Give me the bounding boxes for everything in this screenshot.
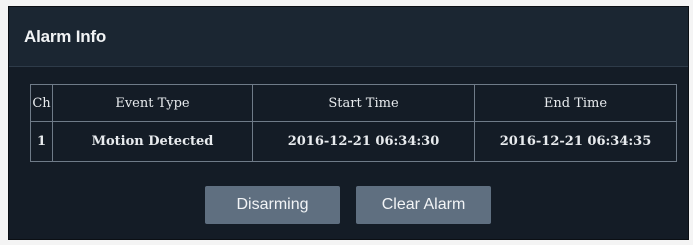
table-header-row: Ch Event Type Start Time End Time: [30, 84, 677, 122]
alarm-info-panel: Alarm Info Ch Event Type Start Time End …: [8, 6, 689, 240]
table-row: 1 Motion Detected 2016-12-21 06:34:30 20…: [30, 121, 677, 162]
cell-channel: 1: [30, 121, 53, 162]
disarming-button[interactable]: Disarming: [205, 186, 340, 224]
cell-start-time: 2016-12-21 06:34:30: [252, 121, 475, 162]
column-header-event-type: Event Type: [52, 84, 253, 122]
panel-title: Alarm Info: [24, 27, 107, 46]
column-header-channel: Ch: [30, 84, 53, 122]
panel-header: Alarm Info: [9, 7, 688, 67]
column-header-end-time: End Time: [474, 84, 677, 122]
cell-end-time: 2016-12-21 06:34:35: [474, 121, 677, 162]
cell-event-type: Motion Detected: [52, 121, 253, 162]
clear-alarm-button[interactable]: Clear Alarm: [356, 186, 491, 224]
alarm-table: Ch Event Type Start Time End Time 1 Moti…: [30, 84, 677, 162]
column-header-start-time: Start Time: [252, 84, 475, 122]
